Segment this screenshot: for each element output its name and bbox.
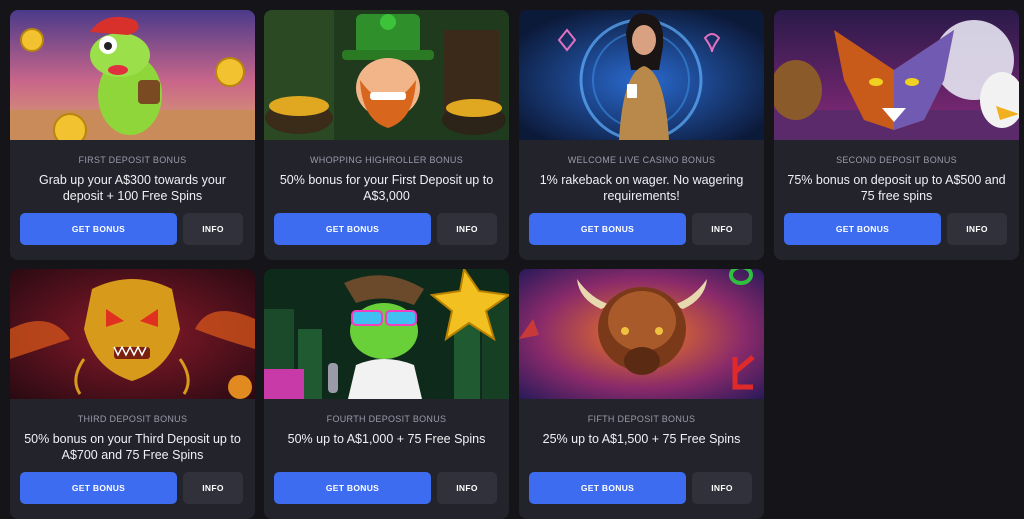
bonus-image-wolf: [774, 10, 1019, 140]
bonus-label: SECOND DEPOSIT BONUS: [836, 155, 957, 165]
bonus-label: WELCOME LIVE CASINO BONUS: [567, 155, 716, 165]
bonus-label: FIFTH DEPOSIT BONUS: [587, 414, 696, 424]
bonus-title: Grab up your A$300 towards your deposit …: [39, 173, 226, 203]
info-button[interactable]: INFO: [437, 472, 497, 504]
bonus-label: WHOPPING HIGHROLLER BONUS: [309, 155, 464, 165]
bonus-title: 50% bonus on your Third Deposit up to A$…: [24, 432, 241, 462]
bonus-card-live-casino: WELCOME LIVE CASINO BONUS 1% rakeback on…: [519, 10, 764, 260]
bonus-image-dealer: [519, 10, 764, 140]
get-bonus-button[interactable]: GET BONUS: [274, 213, 431, 245]
bonus-title: 1% rakeback on wager. No wagering requir…: [539, 173, 744, 203]
bonus-card-first-deposit: FIRST DEPOSIT BONUS Grab up your A$300 t…: [10, 10, 255, 260]
get-bonus-button[interactable]: GET BONUS: [529, 472, 686, 504]
bonus-card-second-deposit: SECOND DEPOSIT BONUS 75% bonus on deposi…: [774, 10, 1019, 260]
bonus-card-fifth-deposit: FIFTH DEPOSIT BONUS 25% up to A$1,500 + …: [519, 269, 764, 519]
bonus-image-frog: [10, 10, 255, 140]
info-button[interactable]: INFO: [692, 472, 752, 504]
get-bonus-button[interactable]: GET BONUS: [529, 213, 686, 245]
bonus-label: FIRST DEPOSIT BONUS: [78, 155, 187, 165]
get-bonus-button[interactable]: GET BONUS: [274, 472, 431, 504]
info-button[interactable]: INFO: [183, 472, 243, 504]
get-bonus-button[interactable]: GET BONUS: [20, 472, 177, 504]
get-bonus-button[interactable]: GET BONUS: [784, 213, 941, 245]
get-bonus-button[interactable]: GET BONUS: [20, 213, 177, 245]
info-button[interactable]: INFO: [692, 213, 752, 245]
bonus-label: THIRD DEPOSIT BONUS: [77, 414, 188, 424]
bonus-label: FOURTH DEPOSIT BONUS: [326, 414, 447, 424]
bonus-title: 75% bonus on deposit up to A$500 and 75 …: [787, 173, 1006, 203]
info-button[interactable]: INFO: [947, 213, 1007, 245]
bonus-image-dragon-mask: [10, 269, 255, 399]
info-button[interactable]: INFO: [183, 213, 243, 245]
bonus-title: 50% bonus for your First Deposit up to A…: [279, 173, 494, 203]
bonus-image-elvis-frog: [264, 269, 509, 399]
bonus-grid: FIRST DEPOSIT BONUS Grab up your A$300 t…: [0, 0, 1024, 519]
bonus-title: 50% up to A$1,000 + 75 Free Spins: [287, 432, 486, 446]
bonus-image-leprechaun: [264, 10, 509, 140]
bonus-card-highroller: WHOPPING HIGHROLLER BONUS 50% bonus for …: [264, 10, 509, 260]
bonus-title: 25% up to A$1,500 + 75 Free Spins: [542, 432, 741, 446]
bonus-image-buffalo: [519, 269, 764, 399]
bonus-card-fourth-deposit: FOURTH DEPOSIT BONUS 50% up to A$1,000 +…: [264, 269, 509, 519]
bonus-card-third-deposit: THIRD DEPOSIT BONUS 50% bonus on your Th…: [10, 269, 255, 519]
info-button[interactable]: INFO: [437, 213, 497, 245]
